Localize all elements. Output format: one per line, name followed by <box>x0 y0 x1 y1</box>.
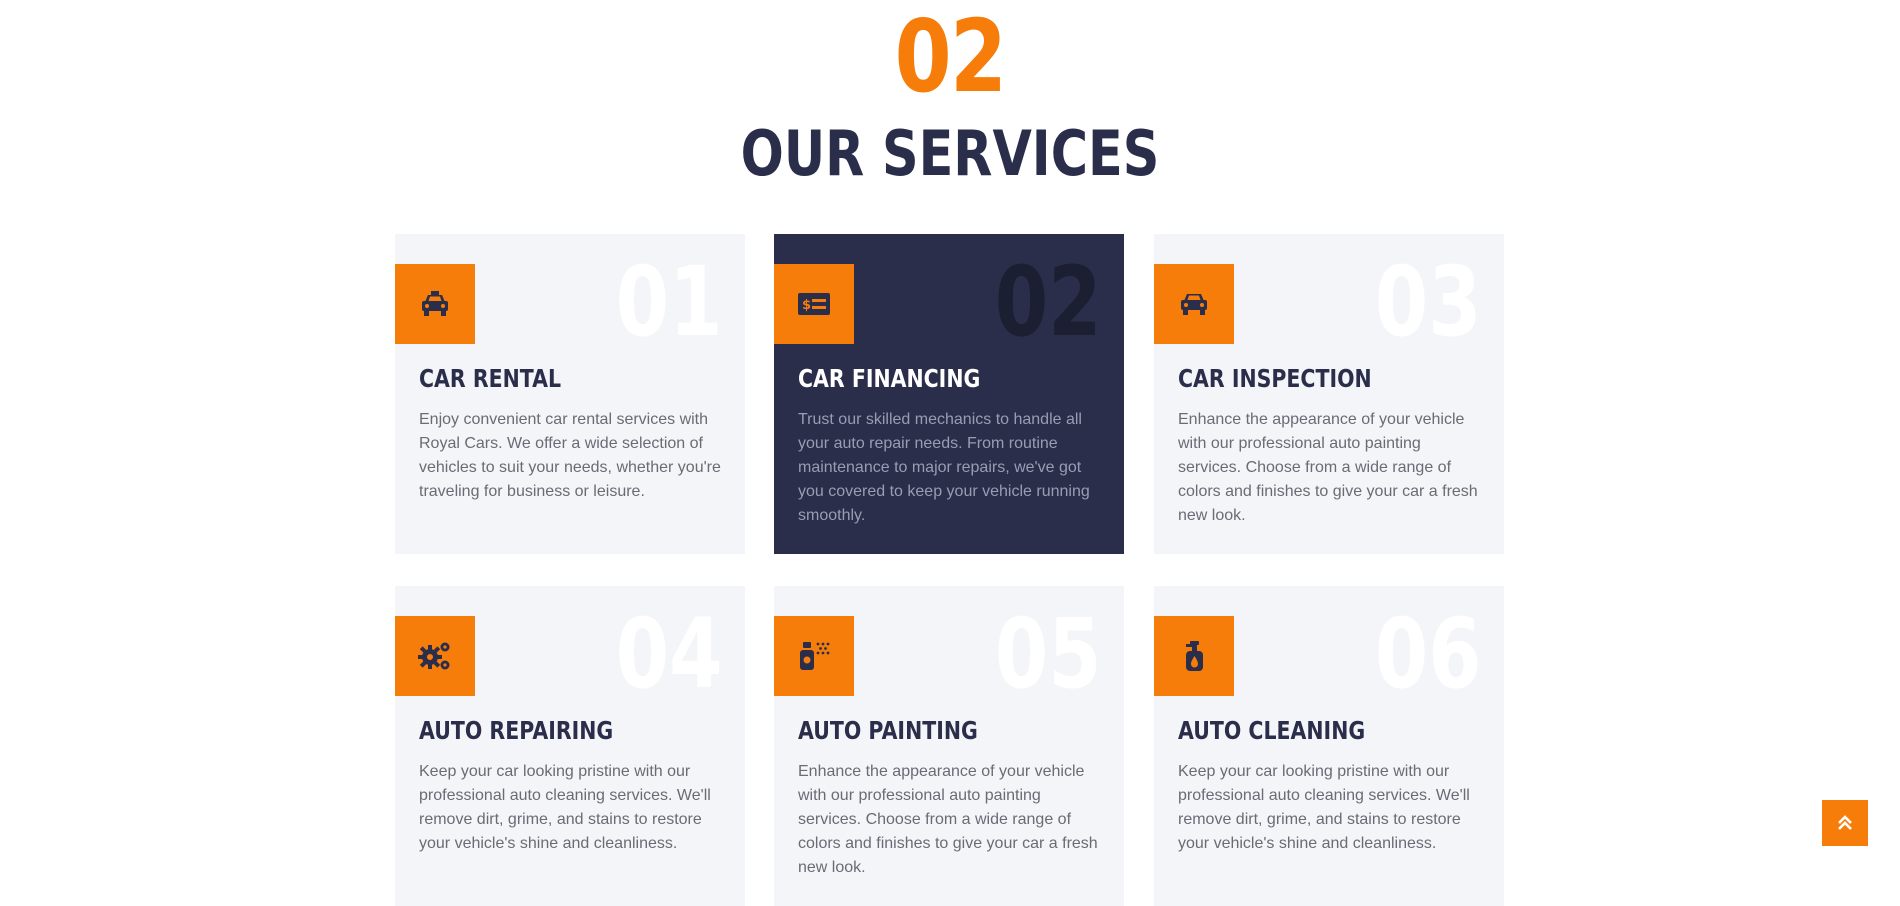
taxi-icon <box>422 291 448 316</box>
service-card-car-rental[interactable]: 01 CAR RENTAL Enjoy convenient car renta… <box>395 234 745 554</box>
service-title: CAR INSPECTION <box>1178 364 1372 393</box>
service-title: CAR RENTAL <box>419 364 562 393</box>
service-description: Enhance the appearance of your vehicle w… <box>1178 411 1478 524</box>
spray-can-icon <box>800 642 830 670</box>
svg-text:$: $ <box>802 298 811 313</box>
service-icon-box: $ <box>774 264 854 344</box>
service-card-car-financing[interactable]: $ 02 CAR FINANCING Trust our skilled mec… <box>774 234 1124 554</box>
pump-soap-icon <box>1186 641 1203 671</box>
service-title: AUTO PAINTING <box>798 716 978 745</box>
service-icon-box <box>395 616 475 696</box>
service-number: 01 <box>616 246 723 358</box>
service-icon-box <box>1154 264 1234 344</box>
service-icon-box <box>774 616 854 696</box>
service-number: 05 <box>995 598 1102 710</box>
scroll-to-top-button[interactable] <box>1822 800 1868 846</box>
service-icon-box <box>1154 616 1234 696</box>
double-chevron-up-icon <box>1838 815 1852 830</box>
service-description: Enjoy convenient car rental services wit… <box>419 411 721 500</box>
service-number: 03 <box>1375 246 1482 358</box>
car-icon <box>1181 294 1207 315</box>
service-card-car-inspection[interactable]: 03 CAR INSPECTION Enhance the appearance… <box>1154 234 1504 554</box>
service-card-auto-repairing[interactable]: 04 AUTO REPAIRING Keep your car looking … <box>395 586 745 906</box>
section-number: 02 <box>894 0 1007 115</box>
service-number: 04 <box>616 598 723 710</box>
service-description: Keep your car looking pristine with our … <box>419 763 711 852</box>
service-title: AUTO CLEANING <box>1178 716 1366 745</box>
service-description: Keep your car looking pristine with our … <box>1178 763 1470 852</box>
service-number: 02 <box>995 246 1102 358</box>
service-description: Enhance the appearance of your vehicle w… <box>798 763 1098 876</box>
money-check-icon: $ <box>798 293 830 315</box>
service-icon-box <box>395 264 475 344</box>
section-title: OUR SERVICES <box>740 117 1160 190</box>
service-number: 06 <box>1375 598 1482 710</box>
service-title: AUTO REPAIRING <box>419 716 614 745</box>
service-card-auto-cleaning[interactable]: 06 AUTO CLEANING Keep your car looking p… <box>1154 586 1504 906</box>
service-description: Trust our skilled mechanics to handle al… <box>798 411 1090 524</box>
cogs-icon <box>418 642 450 670</box>
service-card-auto-painting[interactable]: 05 AUTO PAINTING Enhance the appearance … <box>774 586 1124 906</box>
service-title: CAR FINANCING <box>798 364 981 393</box>
